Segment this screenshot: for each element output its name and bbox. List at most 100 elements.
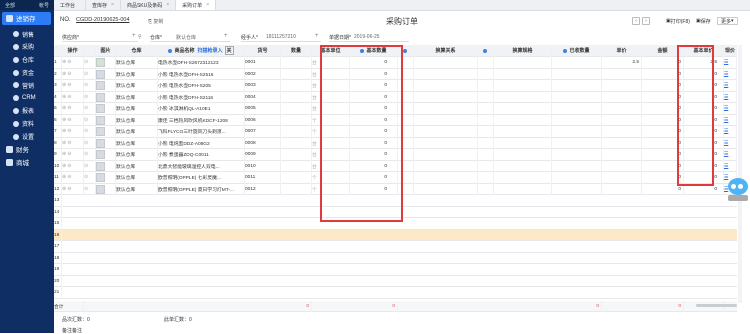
row-actions[interactable]: ⊕ ⊖ [62, 103, 84, 115]
remove-row-icon[interactable]: ⊖ [67, 95, 71, 100]
product-image[interactable] [96, 127, 105, 137]
image-cell[interactable] [96, 183, 116, 195]
product-cell[interactable]: 康佳 三档热风吹风机KDCF-1208 [158, 114, 245, 126]
spec-cell[interactable] [494, 57, 552, 69]
account-link[interactable]: 帐号 [39, 2, 49, 9]
code-cell[interactable]: 0012 [245, 183, 281, 195]
image-cell[interactable] [96, 57, 116, 69]
current-price-cell[interactable]: ☰ [724, 103, 737, 115]
image-cell[interactable] [96, 137, 116, 149]
product-image[interactable] [96, 104, 105, 114]
row-options[interactable]: ⊙ [84, 114, 96, 126]
row-options[interactable]: ⊙ [84, 91, 96, 103]
product-image[interactable] [96, 173, 105, 183]
price-cell[interactable] [602, 68, 642, 80]
product-cell[interactable]: 北鼎大智能玻璃温控人双电... [158, 160, 245, 172]
product-image[interactable] [96, 138, 105, 148]
price-cell[interactable] [602, 114, 642, 126]
spec-cell[interactable] [494, 68, 552, 80]
conversion-cell[interactable] [414, 68, 478, 80]
warehouse-cell[interactable]: 默认仓库 [116, 114, 158, 126]
quantity-cell[interactable] [281, 137, 312, 149]
add-supplier-icon[interactable]: + [132, 33, 136, 39]
product-image[interactable] [96, 92, 105, 102]
row-options[interactable]: ⊙ [84, 126, 96, 138]
product-image[interactable] [96, 150, 105, 160]
options-icon[interactable]: ⊙ [84, 118, 88, 123]
spec-cell[interactable] [494, 183, 552, 195]
column-header[interactable]: 已收数量 [552, 45, 602, 57]
remove-row-icon[interactable]: ⊖ [67, 106, 71, 111]
sidebar-item-5[interactable]: CRM [0, 92, 54, 105]
row-actions[interactable]: ⊕ ⊖ [62, 80, 84, 92]
product-cell[interactable]: 小熊 电热水壶DFH-S2116 [158, 91, 245, 103]
sidebar-item-2[interactable]: 仓库 [0, 53, 54, 66]
current-price-cell[interactable]: ☰ [724, 91, 737, 103]
options-icon[interactable]: ⊙ [84, 175, 88, 180]
handler-value[interactable]: 18111257210 [266, 34, 296, 40]
current-price-cell[interactable]: ☰ [724, 68, 737, 80]
options-icon[interactable]: ⊙ [84, 152, 88, 157]
table-row[interactable]: 19 [54, 264, 737, 276]
quantity-cell[interactable] [281, 80, 312, 92]
row-actions[interactable]: ⊕ ⊖ [62, 137, 84, 149]
tab-2[interactable]: 商品SKU及条码 × [121, 0, 177, 10]
conversion-cell[interactable] [414, 160, 478, 172]
more-button[interactable]: 更多 ▾ [717, 17, 738, 25]
current-price-cell[interactable]: ☰ [724, 80, 737, 92]
price-list-icon[interactable]: ☰ [724, 152, 728, 157]
add-row-icon[interactable]: ⊕ [62, 106, 66, 111]
warehouse-cell[interactable]: 默认仓库 [116, 57, 158, 69]
warehouse-cell[interactable]: 默认仓库 [116, 137, 158, 149]
price-cell[interactable] [602, 183, 642, 195]
table-row[interactable]: 16 [54, 229, 737, 241]
warehouse-cell[interactable]: 默认仓库 [116, 103, 158, 115]
conversion-cell[interactable] [414, 57, 478, 69]
sidebar-item-0[interactable]: 销售 [0, 28, 54, 41]
row-actions[interactable]: ⊕ ⊖ [62, 149, 84, 161]
add-row-icon[interactable]: ⊕ [62, 72, 66, 77]
warehouse-cell[interactable]: 默认仓库 [116, 80, 158, 92]
save-button[interactable]: ▣ 保存 [696, 17, 711, 25]
add-handler-icon[interactable]: + [315, 33, 319, 39]
spec-cell[interactable] [494, 126, 552, 138]
code-cell[interactable]: 0009 [245, 149, 281, 161]
conversion-cell[interactable] [414, 103, 478, 115]
remove-row-icon[interactable]: ⊖ [67, 83, 71, 88]
warehouse-cell[interactable]: 默认仓库 [116, 172, 158, 184]
remove-row-icon[interactable]: ⊖ [67, 118, 71, 123]
price-list-icon[interactable]: ☰ [724, 60, 728, 65]
remove-row-icon[interactable]: ⊖ [67, 129, 71, 134]
date-input[interactable] [329, 41, 409, 42]
price-list-icon[interactable]: ☰ [724, 83, 728, 88]
price-cell[interactable] [602, 137, 642, 149]
remove-row-icon[interactable]: ⊖ [67, 72, 71, 77]
column-header[interactable]: 换算规格 [494, 45, 552, 57]
quantity-cell[interactable] [281, 57, 312, 69]
price-cell[interactable] [602, 103, 642, 115]
column-header[interactable]: 操作 [62, 45, 84, 57]
product-cell[interactable]: 飞科FLYCO三叶旋风刀头剃须... [158, 126, 245, 138]
add-row-icon[interactable]: ⊕ [62, 152, 66, 157]
tab-0[interactable]: 工作台 [54, 0, 87, 10]
column-header[interactable]: 商品名称 扫描枪录入关 [158, 45, 245, 57]
quantity-cell[interactable] [281, 114, 312, 126]
quantity-cell[interactable] [281, 126, 312, 138]
product-cell[interactable]: 欧普照明(OPPLE) 夏日学习灯MT-... [158, 183, 245, 195]
warehouse-cell[interactable]: 默认仓库 [116, 91, 158, 103]
warehouse-cell[interactable]: 默认仓库 [116, 183, 158, 195]
sidebar-item-3[interactable]: 资金 [0, 66, 54, 79]
row-actions[interactable]: ⊕ ⊖ [62, 68, 84, 80]
code-cell[interactable]: 0006 [245, 114, 281, 126]
scan-off-button[interactable]: 关 [224, 46, 234, 56]
row-options[interactable]: ⊙ [84, 103, 96, 115]
code-cell[interactable]: 0005 [245, 103, 281, 115]
options-icon[interactable]: ⊙ [84, 60, 88, 65]
row-options[interactable]: ⊙ [84, 137, 96, 149]
image-cell[interactable] [96, 91, 116, 103]
product-cell[interactable]: 小熊 电热水壶DFH-S205 [158, 80, 245, 92]
column-header[interactable]: 数量 [281, 45, 312, 57]
current-price-cell[interactable]: ☰ [724, 57, 737, 69]
sidebar-item-4[interactable]: 营销 [0, 79, 54, 92]
sidebar-item-7[interactable]: 资料 [0, 117, 54, 130]
